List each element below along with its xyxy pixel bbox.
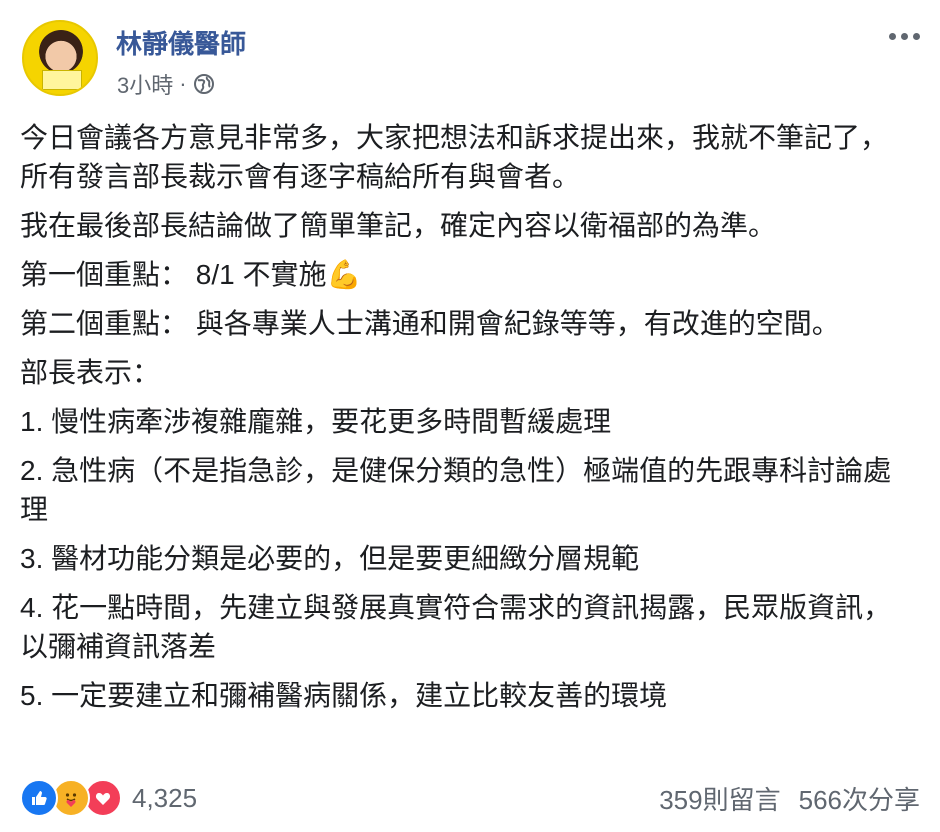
paragraph: 第二個重點： 與各專業人士溝通和開會紀錄等等，有改進的空間。	[20, 308, 840, 339]
paragraph: 4. 花一點時間，先建立與發展真實符合需求的資訊揭露，民眾版資訊，以彌補資訊落差	[20, 592, 892, 662]
reaction-count[interactable]: 4,325	[132, 783, 197, 814]
shares-count[interactable]: 566次分享	[799, 780, 920, 817]
meta-separator: ·	[179, 71, 187, 96]
paragraph: 今日會議各方意見非常多，大家把想法和訴求提出來，我就不筆記了，所有發言部長裁示會…	[20, 122, 889, 192]
more-options-icon[interactable]	[884, 28, 920, 44]
dot	[913, 32, 920, 40]
paragraph: 5. 一定要建立和彌補醫病關係，建立比較友善的環境	[20, 680, 668, 711]
like-icon	[20, 779, 58, 817]
paragraph: 我在最後部長結論做了簡單筆記，確定內容以衛福部的為準。	[20, 210, 777, 241]
reaction-icons[interactable]	[20, 779, 122, 817]
post-header: 林靜儀醫師 3小時 ·	[20, 18, 920, 98]
paragraph: 3. 醫材功能分類是必要的，但是要更細緻分層規範	[20, 543, 640, 574]
dot	[901, 32, 908, 40]
comments-count[interactable]: 359則留言	[659, 780, 780, 817]
paragraph: 部長表示：	[20, 357, 161, 388]
avatar-card	[42, 70, 82, 90]
paragraph: 2. 急性病（不是指急診，是健保分類的急性）極端值的先跟專科討論處理	[20, 455, 892, 525]
post-meta: 3小時 ·	[117, 68, 215, 100]
author-name[interactable]: 林靜儀醫師	[116, 24, 246, 61]
post-footer: 4,325 359則留言 566次分享	[20, 776, 920, 820]
dot	[889, 32, 896, 40]
globe-icon[interactable]	[193, 73, 215, 95]
paragraph: 1. 慢性病牽涉複雜龐雜，要花更多時間暫緩處理	[20, 406, 612, 437]
post-time[interactable]: 3小時	[117, 68, 173, 100]
engagement-stats: 359則留言 566次分享	[659, 780, 920, 817]
post-body: 今日會議各方意見非常多，大家把想法和訴求提出來，我就不筆記了，所有發言部長裁示會…	[20, 118, 910, 725]
author-avatar[interactable]	[22, 20, 98, 96]
paragraph: 第一個重點： 8/1 不實施💪	[20, 259, 362, 290]
